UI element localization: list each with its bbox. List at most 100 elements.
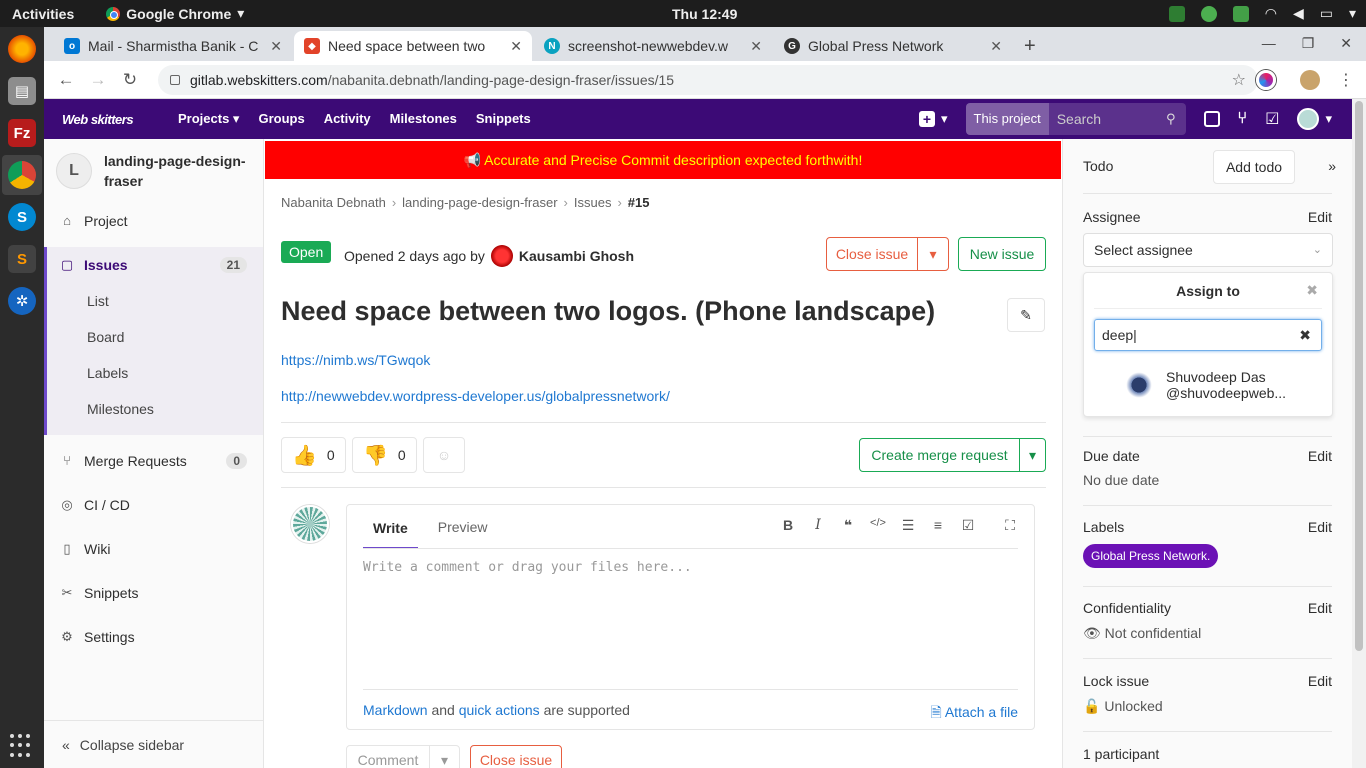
close-icon[interactable]: ✕ <box>1340 35 1352 52</box>
sidebar-sub-board[interactable]: Board <box>87 329 124 345</box>
sidebar-item-snippets[interactable]: ✂ Snippets <box>44 575 263 611</box>
wifi-icon[interactable]: ◠ <box>1265 5 1277 22</box>
issue-link-2[interactable]: http://newwebdev.wordpress-developer.us/… <box>281 388 670 404</box>
author-name[interactable]: Kausambi Ghosh <box>519 248 634 264</box>
close-icon[interactable]: ✕ <box>270 38 282 55</box>
thumbs-down-button[interactable]: 👎 0 <box>352 437 417 473</box>
sidebar-item-wiki[interactable]: ▯ Wiki <box>44 531 263 567</box>
markdown-link[interactable]: Markdown <box>363 702 428 718</box>
merge-request-dropdown[interactable]: ▾ <box>1019 438 1046 472</box>
app-icon[interactable]: ✲ <box>8 287 36 315</box>
breadcrumb-issues[interactable]: Issues <box>574 195 612 210</box>
new-issue-button[interactable]: New issue <box>958 237 1046 271</box>
skype-icon[interactable]: S <box>8 203 36 231</box>
new-dropdown[interactable]: + ▾ <box>918 111 948 127</box>
activities-button[interactable]: Activities <box>0 6 86 22</box>
clear-icon[interactable]: ✖ <box>1299 320 1311 350</box>
todo-icon[interactable]: ☑ <box>1265 109 1279 129</box>
code-icon[interactable]: </> <box>870 517 886 534</box>
nav-groups[interactable]: Groups <box>258 111 304 127</box>
bold-icon[interactable]: B <box>780 517 796 534</box>
browser-tab-screenshot[interactable]: N screenshot-newwebdev.w ✕ <box>534 31 772 61</box>
chevron-down-icon[interactable]: ▾ <box>1349 5 1356 22</box>
quote-icon[interactable]: ❝ <box>840 517 856 534</box>
project-context[interactable]: L landing-page-design-fraser <box>56 151 254 191</box>
sidebar-item-cicd[interactable]: ◎ CI / CD <box>44 487 263 523</box>
system-tray[interactable]: ◠ ◀ ▭ ▾ <box>1168 5 1356 22</box>
app-menu[interactable]: Google Chrome ▾ <box>106 5 244 22</box>
author-avatar[interactable] <box>490 245 513 267</box>
forward-icon[interactable]: → <box>82 70 114 90</box>
current-user-avatar[interactable] <box>291 505 329 543</box>
fullscreen-icon[interactable]: ⛶ <box>1002 517 1018 534</box>
tab-preview[interactable]: Preview <box>438 519 488 535</box>
chrome-icon[interactable] <box>8 161 36 189</box>
search-box[interactable]: This project Search ⚲ <box>965 103 1186 135</box>
show-apps-icon[interactable] <box>10 734 34 758</box>
maximize-icon[interactable]: ❐ <box>1302 35 1315 52</box>
merge-request-icon[interactable]: ⑂ <box>1238 110 1248 128</box>
comment-dropdown[interactable]: ▾ <box>429 745 460 768</box>
scrollbar-thumb[interactable] <box>1355 101 1363 651</box>
close-icon[interactable]: ✕ <box>990 38 1002 55</box>
user-menu[interactable]: ▾ <box>1297 108 1332 130</box>
comment-textarea[interactable]: Write a comment or drag your files here.… <box>363 560 692 575</box>
minimize-icon[interactable]: — <box>1262 35 1276 52</box>
create-merge-request-button[interactable]: Create merge request <box>859 438 1020 472</box>
sidebar-sub-list[interactable]: List <box>87 293 109 309</box>
labels-edit-link[interactable]: Edit <box>1308 519 1332 535</box>
double-chevron-right-icon[interactable]: » <box>1328 158 1336 174</box>
browser-tab-issue[interactable]: ◆ Need space between two ✕ <box>294 31 532 61</box>
assignee-edit-link[interactable]: Edit <box>1308 209 1332 225</box>
issue-link-1[interactable]: https://nimb.ws/TGwqok <box>281 352 430 368</box>
nav-snippets[interactable]: Snippets <box>476 111 531 127</box>
profile-avatar[interactable] <box>1300 70 1320 90</box>
firefox-icon[interactable] <box>8 35 36 63</box>
thumbs-up-button[interactable]: 👍 0 <box>281 437 346 473</box>
nav-activity[interactable]: Activity <box>324 111 371 127</box>
sidebar-item-merge-requests[interactable]: ⑂ Merge Requests 0 <box>44 443 263 479</box>
collapse-sidebar-button[interactable]: « Collapse sidebar <box>44 720 263 768</box>
italic-icon[interactable]: I <box>810 517 826 534</box>
back-icon[interactable]: ← <box>50 70 82 90</box>
close-icon[interactable]: ✖ <box>1306 282 1318 299</box>
breadcrumb-issue-id[interactable]: #15 <box>628 195 650 210</box>
browser-tab-mail[interactable]: o Mail - Sharmistha Banik - C ✕ <box>54 31 292 61</box>
numbered-list-icon[interactable]: ≡ <box>930 517 946 534</box>
nav-milestones[interactable]: Milestones <box>390 111 457 127</box>
close-issue-button[interactable]: Close issue <box>826 237 918 271</box>
assignee-filter-input[interactable]: deep| ✖ <box>1094 319 1322 351</box>
sidebar-sub-labels[interactable]: Labels <box>87 365 128 381</box>
new-tab-button[interactable]: + <box>1024 35 1036 58</box>
close-icon[interactable]: ✕ <box>510 38 522 55</box>
close-issue-dropdown[interactable]: ▾ <box>917 237 949 271</box>
comment-button[interactable]: Comment <box>346 745 430 768</box>
close-issue-bottom-button[interactable]: Close issue <box>470 745 562 768</box>
reload-icon[interactable]: ↻ <box>114 70 146 90</box>
assignee-select[interactable]: Select assignee ⌄ <box>1083 233 1333 267</box>
edit-title-button[interactable]: ✎ <box>1007 298 1045 332</box>
extension-icon[interactable] <box>1256 70 1276 90</box>
page-scrollbar[interactable] <box>1352 99 1366 768</box>
add-reaction-button[interactable]: ☺ <box>423 437 465 473</box>
attach-file-button[interactable]: 🗎 Attach a file <box>930 702 1018 726</box>
close-icon[interactable]: ✕ <box>750 38 762 55</box>
star-icon[interactable]: ☆ <box>1232 70 1246 90</box>
shield-icon[interactable] <box>1168 5 1185 22</box>
sublime-icon[interactable]: S <box>8 245 36 273</box>
logo[interactable]: Web skitters <box>62 112 162 127</box>
filezilla-icon[interactable]: Fz <box>8 119 36 147</box>
sidebar-sub-milestones[interactable]: Milestones <box>87 401 154 417</box>
menu-icon[interactable]: ⋮ <box>1338 70 1354 90</box>
dropdown-user-item[interactable]: Shuvodeep Das @shuvodeepweb... <box>1124 369 1286 401</box>
sidebar-item-settings[interactable]: ⚙ Settings <box>44 619 263 655</box>
url-bar[interactable]: gitlab.webskitters.com/nabanita.debnath/… <box>158 65 1258 95</box>
nav-projects[interactable]: Projects ▾ <box>178 111 239 127</box>
sidebar-item-project[interactable]: ⌂ Project <box>44 203 263 239</box>
due-date-edit-link[interactable]: Edit <box>1308 448 1332 464</box>
issues-icon[interactable] <box>1203 111 1220 127</box>
check-icon[interactable] <box>1232 5 1249 22</box>
sync-icon[interactable] <box>1200 5 1217 22</box>
breadcrumb-project[interactable]: landing-page-design-fraser <box>402 195 557 210</box>
confidentiality-edit-link[interactable]: Edit <box>1308 600 1332 616</box>
